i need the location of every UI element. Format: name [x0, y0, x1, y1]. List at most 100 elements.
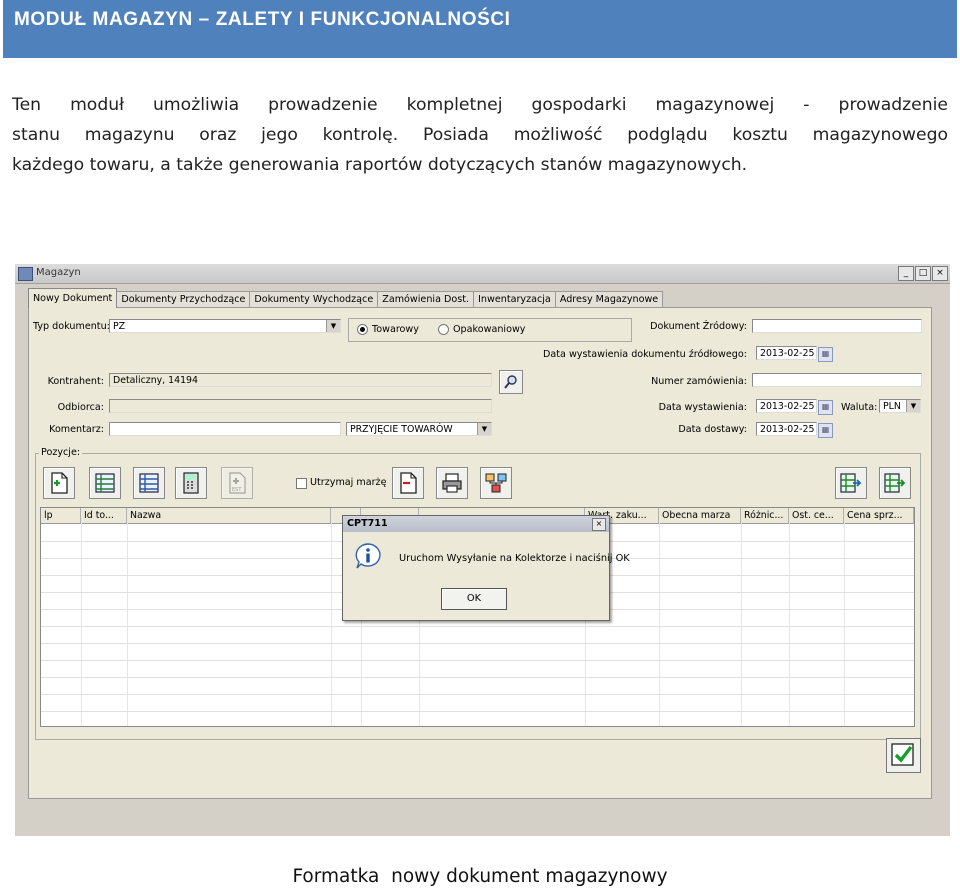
- typ-dokumentu-value: PZ: [113, 321, 126, 332]
- window-titlebar: Magazyn _ □ ×: [15, 264, 950, 284]
- export-button-1[interactable]: [835, 467, 867, 499]
- ok-button[interactable]: OK: [441, 588, 507, 610]
- data-wystawienia-label: Data wystawienia:: [658, 402, 747, 413]
- dialog-message: Uruchom Wysyłanie na Kolektorze i naciśn…: [399, 553, 630, 564]
- waluta-select[interactable]: PLN ▼: [879, 399, 921, 413]
- radio-opakowaniowy[interactable]: [438, 324, 449, 335]
- odbiorca-input[interactable]: [109, 399, 492, 413]
- intro-line: Ten moduł umożliwia prowadzenie kompletn…: [12, 95, 948, 115]
- waluta-label: Waluta:: [841, 402, 878, 413]
- dialog-title: CPT711: [347, 518, 388, 529]
- network-icon: [485, 473, 507, 493]
- numer-zamowienia-label: Numer zamówienia:: [651, 376, 747, 387]
- table-row: [41, 694, 914, 712]
- kontrahent-label: Kontrahent:: [47, 376, 104, 387]
- table-list-icon: [95, 473, 115, 493]
- chevron-down-icon[interactable]: ▼: [477, 423, 491, 435]
- radio-towarowy[interactable]: [357, 324, 368, 335]
- column-header[interactable]: Id to...: [81, 508, 127, 523]
- dialog-titlebar: CPT711 ×: [343, 516, 609, 532]
- calendar-icon[interactable]: ▦: [818, 423, 833, 438]
- remove-position-button[interactable]: [392, 467, 424, 499]
- chevron-down-icon[interactable]: ▼: [326, 320, 340, 332]
- minimize-button[interactable]: _: [898, 266, 914, 281]
- dokument-zrodlowy-label: Dokument Źródowy:: [650, 321, 747, 332]
- tab-adresy-magazynowe[interactable]: Adresy Magazynowe: [554, 291, 664, 308]
- tab-inwentaryzacja[interactable]: Inwentaryzacja: [473, 291, 556, 308]
- document-est-icon: EST: [229, 472, 246, 494]
- table-row: [41, 677, 914, 695]
- section-title: MODUŁ MAGAZYN – ZALETY I FUNKCJONALNOŚCI: [14, 9, 511, 30]
- table-row: [41, 626, 914, 644]
- list-button-1[interactable]: [89, 467, 121, 499]
- utrzymaj-marze-checkbox[interactable]: [296, 478, 307, 489]
- dokument-zrodlowy-input[interactable]: [752, 319, 922, 333]
- section-header: MODUŁ MAGAZYN – ZALETY I FUNKCJONALNOŚCI: [3, 0, 957, 58]
- new-document-icon: [51, 472, 68, 494]
- komentarz-input[interactable]: [109, 422, 341, 436]
- data-dostawy-input[interactable]: 2013-02-25: [756, 422, 817, 436]
- rodzaj-przyjecia-select[interactable]: PRZYJĘCIE TOWARÓW ▼: [346, 422, 492, 436]
- info-icon: [355, 543, 381, 569]
- print-button[interactable]: [436, 467, 468, 499]
- column-header[interactable]: lp: [41, 508, 81, 523]
- calculator-icon: [183, 472, 199, 494]
- print-icon: [442, 473, 462, 493]
- numer-zamowienia-input[interactable]: [752, 373, 922, 387]
- app-icon: [18, 267, 33, 281]
- column-header[interactable]: Ost. ce...: [789, 508, 844, 523]
- odbiorca-label: Odbiorca:: [57, 402, 104, 413]
- calculator-button[interactable]: [175, 467, 207, 499]
- export-button-2[interactable]: [879, 467, 911, 499]
- intro-line: każdego towaru, a także generowania rapo…: [12, 155, 748, 175]
- intro-line: stanu magazynu oraz jego kontrolę. Posia…: [12, 125, 948, 145]
- list-button-2[interactable]: [133, 467, 165, 499]
- add-est-button[interactable]: EST: [221, 467, 253, 499]
- export-list-icon: [840, 473, 862, 493]
- typ-dokumentu-select[interactable]: PZ ▼: [109, 319, 341, 333]
- kontrahent-input[interactable]: Detaliczny, 14194: [109, 373, 492, 387]
- data-wystawienia-input[interactable]: 2013-02-25: [756, 399, 817, 413]
- utrzymaj-marze-label: Utrzymaj marżę: [310, 477, 387, 488]
- data-dostawy-label: Data dostawy:: [678, 424, 747, 435]
- data-wystawienia-zrodlowego-input[interactable]: 2013-02-25: [756, 346, 817, 360]
- confirm-button[interactable]: [886, 738, 921, 773]
- maximize-button[interactable]: □: [915, 266, 931, 281]
- window-title: Magazyn: [36, 267, 81, 278]
- search-icon: [504, 375, 517, 389]
- search-kontrahent-button[interactable]: [499, 370, 523, 394]
- table-list-icon: [139, 473, 159, 493]
- pozycje-label: Pozycje:: [39, 447, 83, 458]
- tab-dokumenty-przychodzace[interactable]: Dokumenty Przychodzące: [116, 291, 251, 308]
- typ-dokumentu-label: Typ dokumentu:: [33, 321, 110, 332]
- komentarz-label: Komentarz:: [49, 424, 104, 435]
- add-position-button[interactable]: [43, 467, 75, 499]
- data-wystawienia-zrodlowego-label: Data wystawienia dokumentu źródłowego:: [543, 349, 747, 360]
- close-button[interactable]: ×: [932, 266, 948, 281]
- checkmark-icon: [891, 743, 914, 766]
- figure-caption: Formatka nowy dokument magazynowy: [292, 866, 668, 887]
- calendar-icon[interactable]: ▦: [818, 347, 833, 362]
- delete-document-icon: [400, 472, 417, 494]
- intro-paragraph: Ten moduł umożliwia prowadzenie kompletn…: [12, 90, 948, 180]
- column-header[interactable]: Różnic...: [741, 508, 789, 523]
- screenshot-magazyn-window: Magazyn _ □ × Nowy Dokument Dokumenty Pr…: [15, 264, 950, 836]
- chevron-down-icon[interactable]: ▼: [906, 400, 920, 412]
- tab-zamowienia-dost[interactable]: Zamówienia Dost.: [377, 291, 475, 308]
- column-header[interactable]: Obecna marza: [659, 508, 741, 523]
- table-row: [41, 643, 914, 661]
- dialog-close-button[interactable]: ×: [592, 518, 606, 531]
- tab-dokumenty-wychodzace[interactable]: Dokumenty Wychodzące: [249, 291, 379, 308]
- column-header[interactable]: Cena sprz...: [844, 508, 914, 523]
- export-list-icon: [884, 473, 906, 493]
- column-header[interactable]: Nazwa: [127, 508, 331, 523]
- tab-nowy-dokument[interactable]: Nowy Dokument: [28, 288, 118, 308]
- svg-text:EST: EST: [232, 487, 242, 493]
- waluta-value: PLN: [883, 401, 901, 412]
- window-controls: _ □ ×: [898, 266, 948, 281]
- cpt711-dialog: CPT711 × Uruchom Wysyłanie na Kolektorze…: [342, 515, 630, 621]
- tab-bar: Nowy Dokument Dokumenty Przychodzące Dok…: [28, 288, 664, 308]
- network-button[interactable]: [480, 467, 512, 499]
- radio-towarowy-label: Towarowy: [372, 324, 419, 335]
- calendar-icon[interactable]: ▦: [818, 400, 833, 415]
